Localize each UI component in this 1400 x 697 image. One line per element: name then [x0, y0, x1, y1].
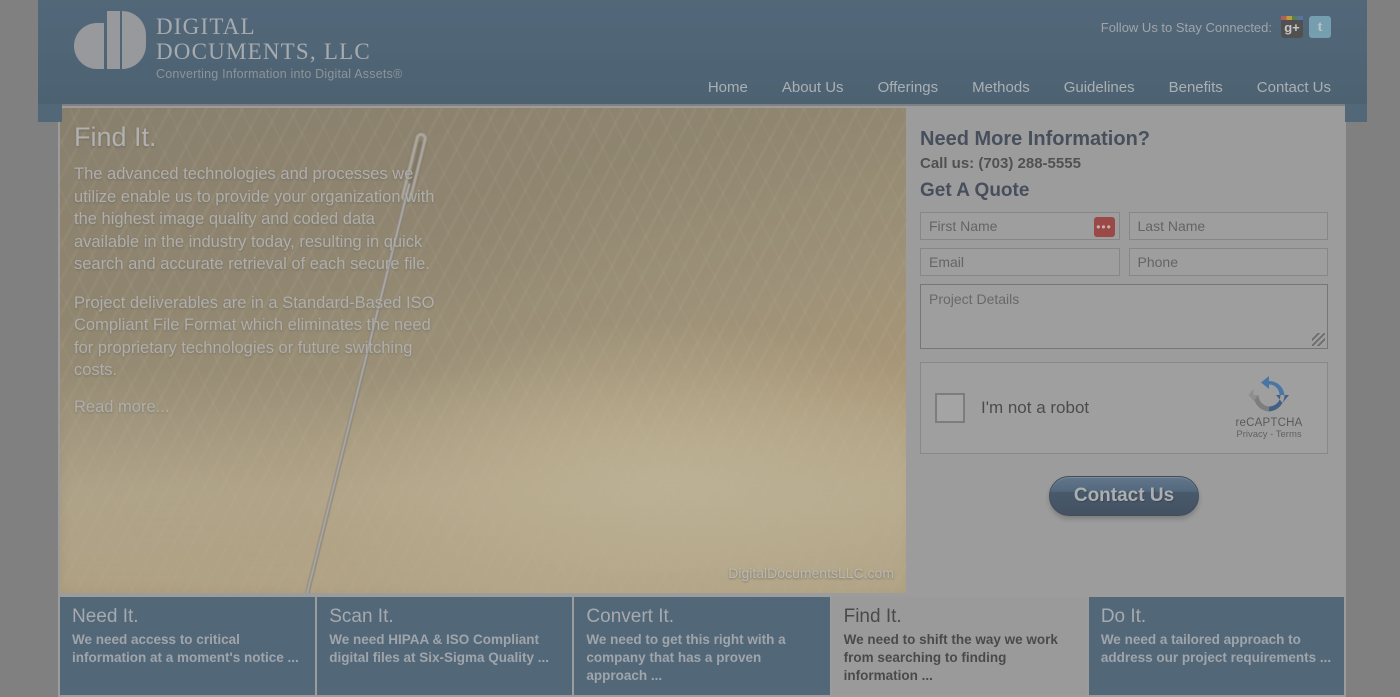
follow-us-text: Follow Us to Stay Connected:	[1100, 19, 1272, 35]
card-title: Find It.	[843, 606, 902, 627]
twitter-icon[interactable]: t	[1309, 16, 1331, 38]
email-placeholder: Email	[929, 254, 965, 270]
google-plus-icon[interactable]: g+	[1281, 16, 1303, 38]
recaptcha-brand-name: reCAPTCHA	[1235, 417, 1303, 429]
nav-item-guidelines[interactable]: Guidelines	[1064, 79, 1135, 96]
card-title: Need It.	[72, 606, 139, 627]
google-plus-label: g+	[1284, 19, 1300, 35]
card-need-it[interactable]: Need It. We need access to critical info…	[60, 597, 316, 695]
twitter-label: t	[1317, 18, 1323, 35]
dd-monogram-icon	[74, 11, 146, 69]
project-details-placeholder: Project Details	[929, 291, 1020, 307]
submit-button-wrap: Contact Us	[920, 476, 1328, 516]
social-links: Follow Us to Stay Connected: g+ t	[1101, 16, 1331, 38]
resize-handle-icon[interactable]	[1312, 333, 1325, 346]
call-us-text: Call us: (703) 288-5555	[920, 155, 1081, 172]
nav-item-benefits[interactable]: Benefits	[1169, 79, 1223, 96]
card-find-it[interactable]: Find It. We need to shift the way we wor…	[831, 597, 1087, 695]
card-body: We need to get this right with a company…	[586, 632, 786, 683]
card-do-it[interactable]: Do It. We need a tailored approach to ad…	[1088, 597, 1345, 695]
first-name-input[interactable]: First Name •••	[920, 212, 1120, 240]
image-watermark: DigitalDocumentsLLC.com	[728, 565, 894, 581]
contact-field-row: Email Phone	[920, 248, 1328, 276]
card-title: Do It.	[1100, 606, 1147, 627]
name-field-row: First Name ••• Last Name	[920, 212, 1328, 240]
hero-text-block: Find It. The advanced technologies and p…	[74, 122, 444, 417]
card-body: We need a tailored approach to address o…	[1100, 632, 1332, 665]
main-navigation: Home About Us Offerings Methods Guidelin…	[38, 79, 1367, 96]
card-title: Scan It.	[329, 606, 394, 627]
read-more-link[interactable]: Read more...	[74, 398, 169, 416]
hero-banner: Find It. The advanced technologies and p…	[60, 108, 906, 593]
quote-form-panel: Need More Information? Call us: (703) 28…	[910, 108, 1344, 593]
page-root: DIGITAL DOCUMENTS, LLC Converting Inform…	[0, 0, 1400, 697]
nav-item-offerings[interactable]: Offerings	[878, 79, 939, 96]
first-name-placeholder: First Name	[929, 218, 998, 234]
phone-placeholder: Phone	[1137, 254, 1178, 270]
hero-title: Find It.	[74, 122, 157, 152]
nav-item-home[interactable]: Home	[708, 79, 748, 96]
recaptcha-branding: reCAPTCHA Privacy - Terms	[1223, 375, 1315, 440]
site-logo[interactable]: DIGITAL DOCUMENTS, LLC Converting Inform…	[74, 11, 402, 81]
email-input[interactable]: Email	[920, 248, 1120, 276]
card-body: We need HIPAA & ISO Compliant digital fi…	[329, 632, 550, 665]
logo-wordmark: DIGITAL DOCUMENTS, LLC Converting Inform…	[156, 11, 402, 81]
password-manager-icon[interactable]: •••	[1093, 217, 1115, 237]
card-convert-it[interactable]: Convert It. We need to get this right wi…	[574, 597, 830, 695]
project-details-textarea[interactable]: Project Details	[920, 284, 1328, 349]
recaptcha-widget: I'm not a robot reCAPTCHA Privacy - Term…	[920, 362, 1328, 454]
header-right-accent	[1345, 104, 1367, 122]
phone-input[interactable]: Phone	[1128, 248, 1328, 276]
card-body: We need to shift the way we work from se…	[843, 632, 1058, 683]
main-content: Find It. The advanced technologies and p…	[58, 106, 1346, 697]
card-scan-it[interactable]: Scan It. We need HIPAA & ISO Compliant d…	[317, 597, 573, 695]
recaptcha-terms-links[interactable]: Privacy - Terms	[1223, 429, 1315, 440]
recaptcha-logo-icon	[1247, 375, 1291, 415]
last-name-placeholder: Last Name	[1137, 218, 1206, 234]
nav-item-about-us[interactable]: About Us	[782, 79, 844, 96]
header-left-accent	[38, 104, 62, 122]
recaptcha-label: I'm not a robot	[981, 398, 1090, 417]
card-body: We need access to critical information a…	[72, 632, 299, 665]
hero-paragraph-2: Project deliverables are in a Standard-B…	[74, 293, 435, 380]
get-a-quote-heading: Get A Quote	[920, 180, 1030, 201]
hero-paragraph-1: The advanced technologies and processes …	[74, 165, 435, 273]
nav-item-methods[interactable]: Methods	[972, 79, 1030, 96]
form-heading: Need More Information?	[920, 128, 1151, 150]
contact-us-button[interactable]: Contact Us	[1049, 476, 1199, 516]
feature-cards: Need It. We need access to critical info…	[60, 597, 1345, 695]
nav-item-contact-us[interactable]: Contact Us	[1257, 79, 1331, 96]
last-name-input[interactable]: Last Name	[1128, 212, 1328, 240]
site-header: DIGITAL DOCUMENTS, LLC Converting Inform…	[38, 0, 1367, 104]
card-title: Convert It.	[586, 606, 675, 627]
recaptcha-checkbox[interactable]	[935, 393, 965, 423]
logo-line-2: DOCUMENTS, LLC	[156, 39, 371, 64]
logo-line-1: DIGITAL	[156, 14, 256, 39]
